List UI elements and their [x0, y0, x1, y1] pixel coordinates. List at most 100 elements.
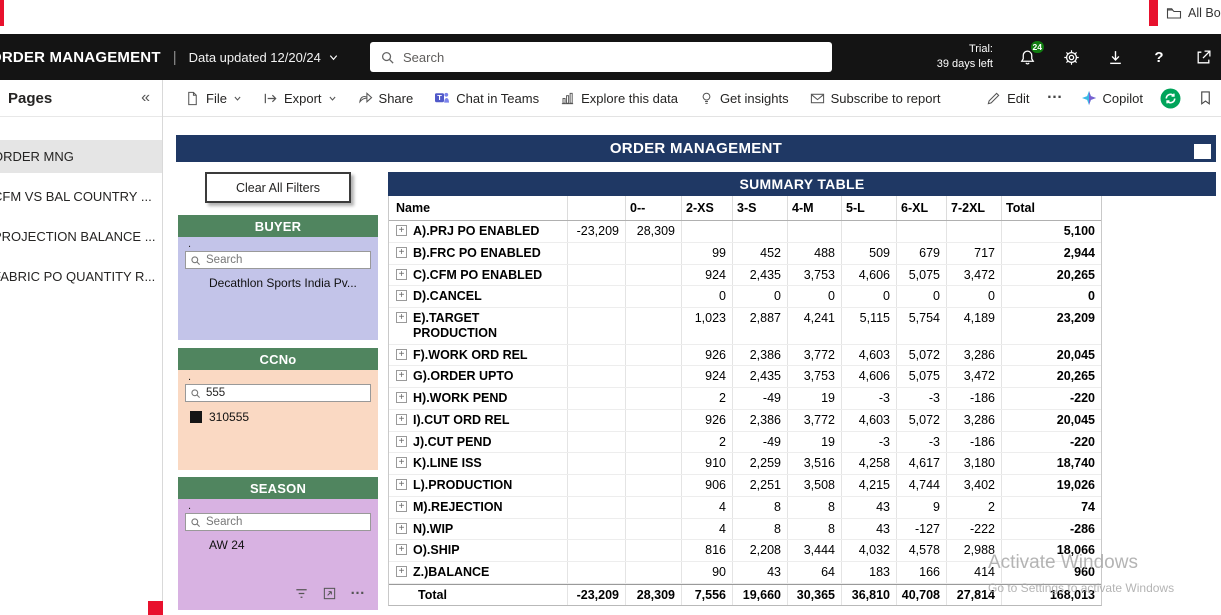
matrix-row[interactable]: +J).CUT PEND2-4919-3-3-186-220	[389, 432, 1101, 454]
ccno-search-box[interactable]	[185, 384, 371, 402]
refresh-status-button[interactable]	[1160, 88, 1181, 109]
share-button[interactable]: Share	[358, 91, 414, 106]
expand-plus-icon[interactable]: +	[396, 247, 407, 258]
copilot-button[interactable]: Copilot	[1081, 90, 1143, 106]
column-header-6-xl[interactable]: 6-XL	[896, 196, 946, 220]
column-header-5-l[interactable]: 5-L	[841, 196, 896, 220]
matrix-row[interactable]: +N).WIP48843-127-222-286	[389, 519, 1101, 541]
bookmark-icon	[1198, 90, 1213, 106]
share-window-icon	[1195, 49, 1212, 66]
expand-plus-icon[interactable]: +	[396, 457, 407, 468]
ccno-option[interactable]: 310555	[185, 402, 371, 424]
data-updated-dropdown[interactable]: Data updated 12/20/24	[189, 50, 339, 65]
expand-plus-icon[interactable]: +	[396, 290, 407, 301]
matrix-row[interactable]: +M).REJECTION488439274	[389, 497, 1101, 519]
season-option[interactable]: AW 24	[185, 531, 371, 552]
global-search[interactable]	[370, 42, 832, 72]
chat-in-teams-label: Chat in Teams	[456, 91, 539, 106]
matrix-row[interactable]: +A).PRJ PO ENABLED-23,20928,3095,100	[389, 221, 1101, 243]
matrix-row[interactable]: +F).WORK ORD REL9262,3863,7724,6035,0723…	[389, 345, 1101, 367]
more-options-button[interactable]: …	[1047, 91, 1064, 105]
value-cell: 509	[841, 243, 896, 264]
value-cell: 19,026	[1001, 475, 1101, 496]
collapse-icon[interactable]: «	[141, 89, 150, 107]
buyer-option[interactable]: Decathlon Sports India Pv...	[185, 269, 371, 290]
expand-plus-icon[interactable]: +	[396, 312, 407, 323]
pages-title: Pages	[8, 90, 52, 107]
expand-plus-icon[interactable]: +	[396, 501, 407, 512]
explore-icon	[560, 91, 575, 106]
matrix-row[interactable]: +K).LINE ISS9102,2593,5164,2584,6173,180…	[389, 453, 1101, 475]
get-insights-button[interactable]: Get insights	[699, 91, 789, 106]
sidebar-page-item[interactable]: CFM VS BAL COUNTRY ...	[0, 180, 162, 213]
matrix-row[interactable]: +Z.)BALANCE904364183166414960	[389, 562, 1101, 584]
value-cell: 20,265	[1001, 265, 1101, 286]
matrix-row[interactable]: +O).SHIP8162,2083,4444,0324,5782,98818,0…	[389, 540, 1101, 562]
help-button[interactable]: ?	[1149, 47, 1169, 67]
subscribe-button[interactable]: Subscribe to report	[810, 91, 941, 106]
checkbox-checked-icon[interactable]	[190, 411, 202, 423]
expand-plus-icon[interactable]: +	[396, 349, 407, 360]
season-slicer-header: SEASON	[178, 477, 378, 499]
edit-button[interactable]: Edit	[986, 91, 1029, 106]
expand-plus-icon[interactable]: +	[396, 392, 407, 403]
explore-data-button[interactable]: Explore this data	[560, 91, 678, 106]
value-cell: 926	[681, 345, 732, 366]
file-menu[interactable]: File	[185, 91, 242, 106]
download-button[interactable]	[1105, 47, 1125, 67]
expand-plus-icon[interactable]: +	[396, 414, 407, 425]
matrix-row[interactable]: +G).ORDER UPTO9242,4353,7534,6065,0753,4…	[389, 366, 1101, 388]
matrix-row[interactable]: +D).CANCEL0000000	[389, 286, 1101, 308]
filter-icon[interactable]	[294, 586, 309, 601]
value-cell: 19	[787, 432, 841, 453]
title-divider: |	[173, 49, 177, 66]
expand-plus-icon[interactable]: +	[396, 479, 407, 490]
matrix-row[interactable]: +I).CUT ORD REL9262,3863,7724,6035,0723,…	[389, 410, 1101, 432]
column-header-7-2xl[interactable]: 7-2XL	[946, 196, 1001, 220]
expand-plus-icon[interactable]: +	[396, 269, 407, 280]
value-cell: 20,045	[1001, 345, 1101, 366]
data-updated-label: Data updated 12/20/24	[189, 50, 321, 65]
season-search-input[interactable]	[206, 516, 366, 528]
ccno-search-input[interactable]	[206, 387, 366, 399]
column-header-4-m[interactable]: 4-M	[787, 196, 841, 220]
column-header-blank[interactable]	[567, 196, 625, 220]
sidebar-page-item[interactable]: ORDER MNG	[0, 140, 162, 173]
search-input[interactable]	[403, 50, 822, 65]
matrix-row[interactable]: +B).FRC PO ENABLED994524885096797172,944	[389, 243, 1101, 265]
expand-plus-icon[interactable]: +	[396, 566, 407, 577]
column-header-2-xs[interactable]: 2-XS	[681, 196, 732, 220]
matrix-row[interactable]: +H).WORK PEND2-4919-3-3-186-220	[389, 388, 1101, 410]
value-cell: 74	[1001, 497, 1101, 518]
expand-plus-icon[interactable]: +	[396, 523, 407, 534]
season-search-box[interactable]	[185, 513, 371, 531]
matrix-row[interactable]: +E).TARGET PRODUCTION1,0232,8874,2415,11…	[389, 308, 1101, 345]
topbar-actions: Trial: 39 days left 24 ?	[937, 34, 1213, 80]
bookmark-button[interactable]	[1198, 90, 1213, 106]
column-header-total[interactable]: Total	[1001, 196, 1101, 220]
table-header-row: Name 0--2-XS3-S4-M5-L6-XL7-2XLTotal	[389, 196, 1101, 221]
more-options-icon[interactable]: …	[350, 587, 366, 601]
value-cell: 3,516	[787, 453, 841, 474]
matrix-row[interactable]: +L).PRODUCTION9062,2513,5084,2154,7443,4…	[389, 475, 1101, 497]
column-header-0-[interactable]: 0--	[625, 196, 681, 220]
chat-in-teams-button[interactable]: T Chat in Teams	[434, 90, 539, 106]
expand-plus-icon[interactable]: +	[396, 225, 407, 236]
notifications-button[interactable]: 24	[1017, 47, 1037, 67]
expand-plus-icon[interactable]: +	[396, 436, 407, 447]
clear-all-filters-button[interactable]: Clear All Filters	[205, 172, 351, 203]
matrix-row[interactable]: +C).CFM PO ENABLED9242,4353,7534,6065,07…	[389, 265, 1101, 287]
share-window-button[interactable]	[1193, 47, 1213, 67]
buyer-search-input[interactable]	[206, 254, 366, 266]
column-header-3-s[interactable]: 3-S	[732, 196, 787, 220]
sidebar-page-item[interactable]: FABRIC PO QUANTITY R...	[0, 260, 162, 293]
focus-mode-icon[interactable]	[322, 586, 337, 601]
bookmarks-button[interactable]: All Bo	[1166, 5, 1221, 21]
sidebar-page-item[interactable]: PROJECTION BALANCE ...	[0, 220, 162, 253]
export-menu[interactable]: Export	[263, 91, 337, 106]
column-header-name[interactable]: Name	[389, 196, 567, 220]
buyer-search-box[interactable]	[185, 251, 371, 269]
settings-button[interactable]	[1061, 47, 1081, 67]
expand-plus-icon[interactable]: +	[396, 544, 407, 555]
expand-plus-icon[interactable]: +	[396, 370, 407, 381]
